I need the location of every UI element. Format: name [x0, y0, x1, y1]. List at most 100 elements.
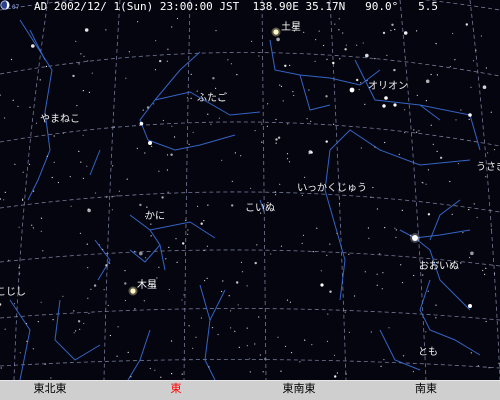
star	[286, 158, 289, 160]
star	[137, 21, 139, 23]
star	[320, 270, 322, 272]
star	[170, 153, 173, 156]
star	[50, 377, 52, 379]
constellation-line	[147, 134, 236, 151]
star	[356, 78, 359, 82]
star	[449, 65, 451, 68]
constellation-label-canis-minor[interactable]: こいぬ	[245, 203, 275, 215]
star	[333, 354, 336, 356]
star	[231, 204, 234, 207]
star	[176, 17, 179, 20]
star	[493, 273, 496, 275]
constellation-label-leo-minor[interactable]: こじし	[0, 287, 26, 299]
star	[103, 289, 105, 291]
bright-star	[468, 113, 472, 117]
star	[398, 153, 400, 155]
star	[383, 359, 385, 361]
star	[4, 117, 6, 119]
star	[75, 40, 77, 42]
star	[267, 103, 269, 105]
star	[111, 209, 113, 211]
star	[40, 230, 42, 232]
star	[277, 136, 281, 139]
star	[44, 363, 46, 365]
constellation-label-lynx[interactable]: やまねこ	[40, 114, 80, 126]
star	[246, 285, 248, 287]
star	[401, 209, 403, 211]
constellation-line	[379, 329, 421, 371]
constellation-label-lepus[interactable]: うさぎ	[476, 162, 500, 174]
star	[460, 262, 462, 264]
star	[284, 345, 287, 347]
star	[83, 322, 85, 325]
star	[128, 51, 130, 53]
star	[0, 198, 2, 200]
star	[338, 29, 340, 31]
star	[436, 74, 438, 76]
star	[86, 243, 88, 245]
star	[372, 186, 374, 189]
star	[284, 64, 287, 68]
star	[432, 143, 434, 145]
star	[230, 327, 232, 329]
star	[51, 176, 53, 179]
star	[134, 308, 136, 310]
constellation-label-cancer[interactable]: かに	[145, 211, 165, 223]
star	[266, 125, 268, 127]
star	[301, 242, 303, 244]
star	[490, 111, 492, 113]
star	[310, 120, 312, 122]
header-info: AD 2002/12/ 1(Sun) 23:00:00 JST 138.90E …	[34, 0, 438, 14]
constellation-label-monoceros[interactable]: いっかくじゅう	[297, 183, 367, 195]
azimuth-line	[469, 0, 500, 380]
star	[425, 331, 427, 333]
star	[488, 367, 490, 369]
star	[87, 267, 89, 269]
star	[149, 367, 151, 370]
star	[342, 32, 344, 34]
star	[457, 163, 460, 165]
planet-label-jupiter[interactable]: 木星	[137, 280, 157, 292]
star	[462, 232, 464, 234]
star	[146, 206, 148, 208]
star	[360, 82, 362, 84]
bright-star	[412, 235, 418, 241]
direction-se[interactable]: 南東	[415, 382, 437, 396]
star	[29, 106, 31, 108]
star	[327, 313, 329, 315]
star	[188, 143, 190, 145]
constellation-label-canis-major[interactable]: おおいぬ	[419, 261, 459, 273]
star	[386, 54, 388, 57]
star	[254, 343, 256, 345]
star	[175, 238, 177, 240]
bright-star	[393, 103, 397, 107]
constellation-label-orion[interactable]: オリオン	[368, 81, 408, 93]
star	[0, 303, 2, 306]
star	[393, 68, 396, 72]
direction-ese[interactable]: 東南東	[283, 382, 316, 396]
star	[370, 331, 372, 333]
star	[413, 129, 415, 131]
star	[308, 153, 310, 155]
star	[304, 176, 306, 178]
constellation-line	[127, 329, 151, 380]
star	[45, 65, 48, 67]
planet-label-saturn[interactable]: 土星	[281, 22, 301, 34]
star	[230, 310, 232, 312]
star	[376, 284, 378, 286]
sky-view[interactable]: 07 AD 2002/12/ 1(Sun) 23:00:00 JST 138.9…	[0, 0, 500, 380]
constellation-label-gemini[interactable]: ふたご	[197, 93, 227, 105]
star	[418, 130, 420, 132]
star	[332, 61, 335, 65]
direction-e[interactable]: 東	[171, 382, 182, 396]
constellation-label-puppis[interactable]: とも	[418, 347, 438, 359]
star	[18, 267, 20, 269]
star	[82, 134, 84, 136]
star	[25, 323, 28, 325]
star	[367, 227, 369, 229]
star	[136, 147, 138, 149]
star	[416, 131, 418, 133]
star	[32, 227, 35, 229]
star	[286, 153, 289, 155]
direction-ene[interactable]: 東北東	[34, 382, 67, 396]
